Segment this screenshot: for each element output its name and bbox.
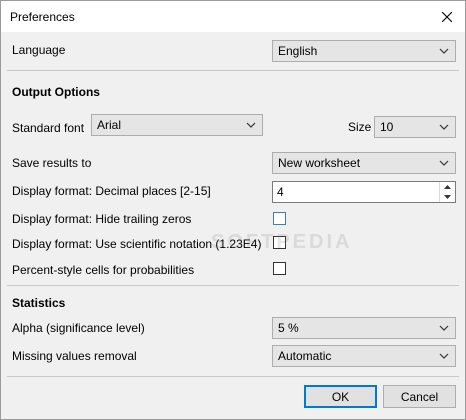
close-button[interactable]: [429, 1, 465, 32]
watermark: SOFTPEDIA: [211, 231, 353, 253]
save-results-label: Save results to: [12, 156, 92, 170]
decimal-places-value: 4: [277, 185, 284, 199]
output-options-header: Output Options: [12, 85, 100, 99]
chevron-down-icon: [439, 124, 449, 130]
language-value: English: [278, 44, 318, 58]
percent-style-checkbox[interactable]: [273, 262, 286, 275]
language-dropdown[interactable]: English: [272, 40, 456, 62]
hide-trailing-zeros-label: Display format: Hide trailing zeros: [12, 212, 192, 226]
title-bar: Preferences: [1, 1, 465, 32]
alpha-value: 5 %: [278, 321, 299, 335]
stepper-down-button[interactable]: [440, 192, 455, 202]
triangle-down-icon: [444, 195, 451, 199]
font-dropdown[interactable]: Arial: [91, 114, 263, 136]
save-results-value: New worksheet: [278, 156, 361, 170]
close-icon: [442, 11, 452, 22]
hide-trailing-zeros-checkbox[interactable]: [273, 212, 286, 225]
decimal-places-label: Display format: Decimal places [2-15]: [12, 184, 211, 198]
missing-values-label: Missing values removal: [12, 349, 137, 363]
ok-button[interactable]: OK: [304, 385, 377, 408]
standard-font-label: Standard font: [12, 121, 85, 135]
stepper-up-button[interactable]: [440, 182, 455, 192]
size-label: Size: [348, 120, 372, 134]
chevron-down-icon: [439, 160, 449, 166]
percent-style-label: Percent-style cells for probabilities: [12, 263, 195, 277]
separator: [7, 285, 459, 286]
chevron-down-icon: [439, 48, 449, 54]
language-label: Language: [12, 43, 66, 57]
size-dropdown[interactable]: 10: [374, 116, 456, 138]
decimal-places-stepper[interactable]: 4: [272, 181, 456, 203]
separator: [7, 70, 459, 71]
missing-values-value: Automatic: [278, 349, 332, 363]
stepper-buttons: [439, 182, 455, 202]
font-value: Arial: [97, 118, 122, 132]
cancel-button[interactable]: Cancel: [383, 385, 456, 408]
statistics-header: Statistics: [12, 296, 66, 310]
chevron-down-icon: [246, 122, 256, 128]
chevron-down-icon: [439, 353, 449, 359]
chevron-down-icon: [439, 325, 449, 331]
size-value: 10: [380, 120, 394, 134]
missing-values-dropdown[interactable]: Automatic: [272, 345, 456, 367]
triangle-up-icon: [444, 185, 451, 189]
preferences-dialog: Preferences Language English Output Opti…: [0, 0, 466, 420]
window-title: Preferences: [10, 10, 75, 24]
separator: [7, 376, 459, 377]
save-results-dropdown[interactable]: New worksheet: [272, 152, 456, 174]
alpha-dropdown[interactable]: 5 %: [272, 317, 456, 339]
alpha-label: Alpha (significance level): [12, 321, 145, 335]
